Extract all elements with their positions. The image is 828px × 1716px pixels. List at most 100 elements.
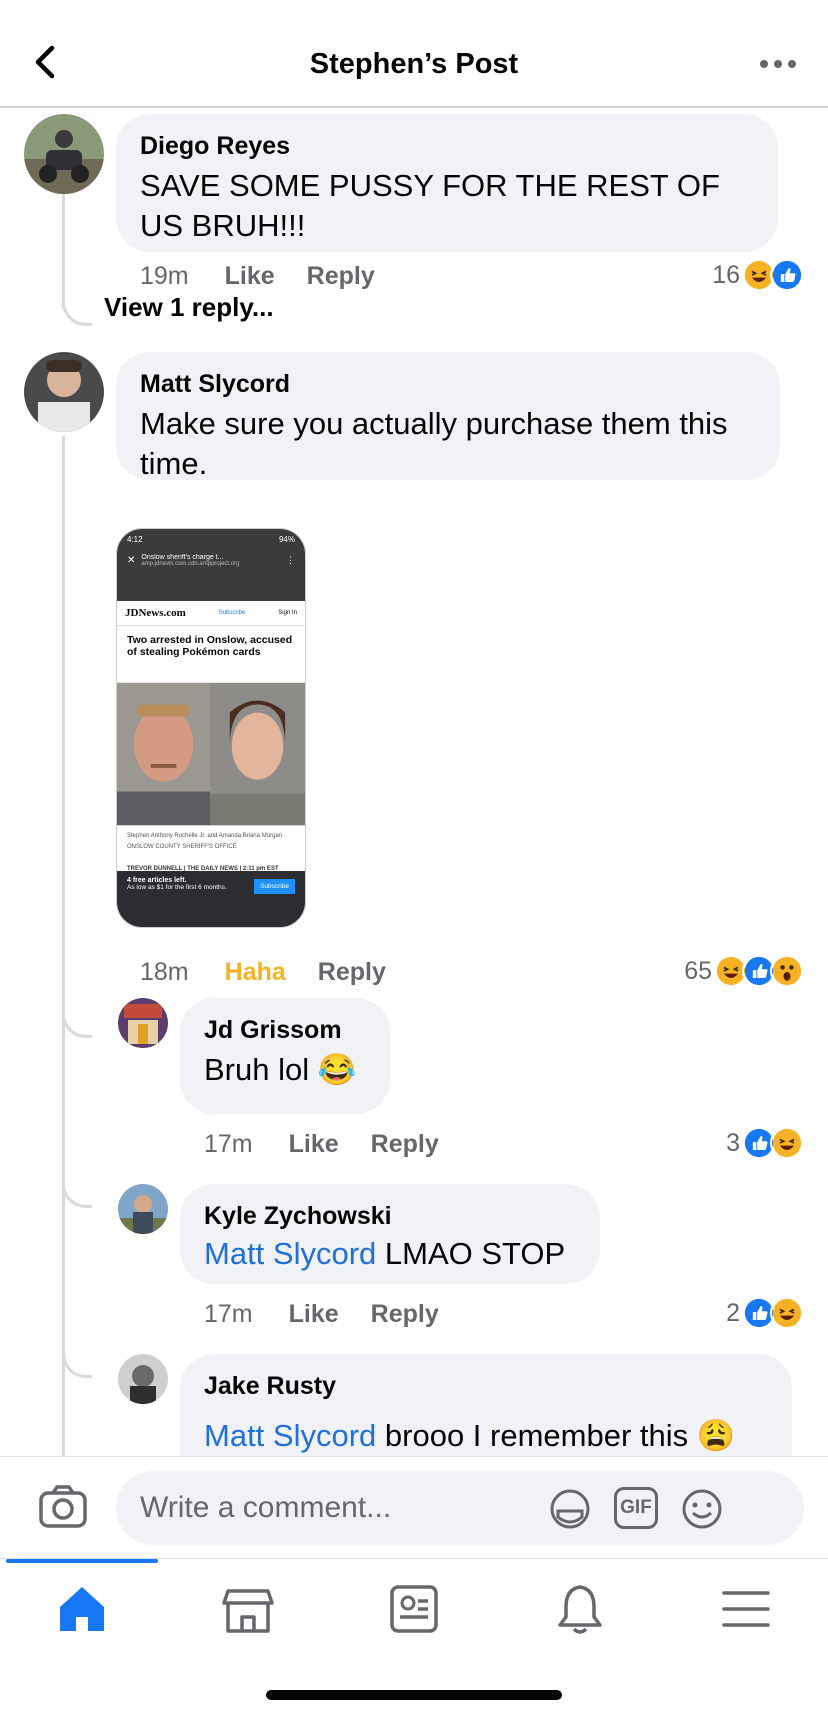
menu-icon[interactable]	[718, 1581, 774, 1637]
comment-composer: Write a comment... GIF	[0, 1456, 828, 1558]
reply-bubble[interactable]: Kyle Zychowski Matt Slycord LMAO STOP	[180, 1184, 600, 1284]
comment-author[interactable]: Jake Rusty	[204, 1370, 768, 1402]
like-button[interactable]: Like	[289, 1130, 339, 1158]
avatar[interactable]	[24, 352, 104, 432]
caption-text: Stephen Anthony Rochelle Jr. and Amanda …	[127, 833, 283, 839]
reply-button[interactable]: Reply	[371, 1130, 439, 1158]
active-tab-indicator	[6, 1559, 158, 1563]
article-headline: Two arrested in Onslow, accused of steal…	[127, 634, 293, 658]
site-header: JDNews.com Subscribe Sign In	[117, 601, 305, 626]
reply-bubble[interactable]: Jake Rusty Matt Slycord brooo I remember…	[180, 1354, 792, 1456]
caption-credit: ONSLOW COUNTY SHERIFF'S OFFICE	[127, 844, 237, 850]
site-subscribe: Subscribe	[218, 610, 246, 616]
status-battery: 94%	[278, 535, 295, 544]
close-icon: ✕	[127, 555, 136, 566]
mention-link[interactable]: Matt Slycord	[204, 1236, 376, 1271]
post-comments-screen: Stephen’s Post Diego Reyes SAVE SOME PUS…	[0, 0, 828, 1716]
mugshot-right-image	[210, 682, 305, 826]
like-button[interactable]: Like	[225, 262, 275, 290]
comment-input[interactable]: Write a comment... GIF	[116, 1471, 804, 1545]
comment-time: 17m	[204, 1130, 253, 1158]
comments-list: Diego Reyes SAVE SOME PUSSY FOR THE REST…	[0, 108, 828, 1456]
photo-caption: Stephen Anthony Rochelle Jr. and Amanda …	[117, 826, 305, 857]
comment-author[interactable]: Diego Reyes	[140, 130, 754, 162]
top-nav-bar: Stephen’s Post	[0, 0, 828, 108]
comment-text: SAVE SOME PUSSY FOR THE REST OF US BRUH!…	[140, 168, 720, 243]
comment-author[interactable]: Kyle Zychowski	[204, 1200, 576, 1232]
page-title: Stephen’s Post	[309, 48, 519, 80]
comment-text: Bruh lol 😂	[204, 1050, 366, 1090]
article-photo	[117, 682, 305, 826]
comment-text: Matt Slycord brooo I remember this 😩	[204, 1416, 768, 1456]
avatar[interactable]	[118, 1184, 168, 1234]
url-title: Onslow sheriff's charge t...	[141, 554, 224, 561]
reply-button[interactable]: Reply	[371, 1300, 439, 1328]
reaction-count: 16	[712, 260, 740, 289]
reply-button[interactable]: Reply	[307, 262, 375, 290]
site-signin: Sign In	[278, 610, 297, 616]
home-indicator	[266, 1690, 562, 1700]
sticker-icon[interactable]	[548, 1487, 592, 1531]
promo-text: As low as $1 for the first 6 months.	[127, 884, 227, 891]
comment-bubble[interactable]: Matt Slycord Make sure you actually purc…	[116, 352, 780, 481]
haha-reaction-icon	[770, 1296, 804, 1330]
haha-reaction-icon	[770, 1126, 804, 1160]
site-logo: JDNews.com	[125, 607, 186, 619]
thread-line	[62, 188, 65, 308]
reply-text: Bruh lol	[204, 1052, 310, 1087]
comment-input-placeholder: Write a comment...	[140, 1491, 392, 1524]
phone-status-bar: 4:12 94% ✕ Onslow sheriff's charge t... a…	[117, 529, 305, 601]
reaction-summary[interactable]: 3	[726, 1126, 804, 1160]
mugshot-left-image	[117, 682, 211, 826]
comment-image-attachment[interactable]: 4:12 94% ✕ Onslow sheriff's charge t... a…	[116, 528, 306, 928]
paywall-banner: 4 free articles left. As low as $1 for t…	[117, 871, 305, 927]
more-options-icon[interactable]	[758, 52, 798, 76]
comment-time: 17m	[204, 1300, 253, 1328]
reply-button[interactable]: Reply	[318, 958, 386, 986]
comment-author[interactable]: Jd Grissom	[204, 1014, 366, 1046]
weary-emoji: 😩	[696, 1418, 736, 1453]
news-icon[interactable]	[386, 1581, 442, 1637]
thread-connector	[62, 1178, 92, 1208]
home-icon[interactable]	[54, 1581, 110, 1637]
comment-text: Make sure you actually purchase them thi…	[140, 406, 728, 481]
gif-icon[interactable]: GIF	[614, 1487, 658, 1529]
wow-reaction-icon	[770, 954, 804, 988]
share-icon: ⋮	[286, 555, 295, 565]
thread-connector	[62, 1008, 92, 1038]
reaction-count: 2	[726, 1298, 740, 1327]
mention-link[interactable]: Matt Slycord	[204, 1418, 376, 1453]
comment-author[interactable]: Matt Slycord	[140, 368, 756, 400]
reaction-summary[interactable]: 2	[726, 1296, 804, 1330]
comment-text: Matt Slycord LMAO STOP	[204, 1234, 576, 1274]
marketplace-icon[interactable]	[220, 1581, 276, 1637]
reply-text: brooo I remember this	[376, 1418, 689, 1453]
reaction-summary[interactable]: 16	[712, 258, 804, 292]
promo-subscribe-button: Subscribe	[254, 879, 295, 894]
comment-actions: 17m Like Reply	[204, 1300, 471, 1329]
bottom-tab-bar	[0, 1558, 828, 1658]
reply-bubble[interactable]: Jd Grissom Bruh lol 😂	[180, 998, 390, 1114]
avatar[interactable]	[118, 1354, 168, 1404]
comment-actions: 18m Haha Reply	[140, 958, 418, 987]
laugh-cry-emoji: 😂	[317, 1052, 357, 1087]
reaction-count: 3	[726, 1128, 740, 1157]
reply-text: LMAO STOP	[376, 1236, 566, 1271]
view-replies-link[interactable]: View 1 reply...	[104, 292, 274, 323]
bell-icon[interactable]	[552, 1581, 608, 1637]
avatar[interactable]	[24, 114, 104, 194]
status-time: 4:12	[127, 535, 143, 544]
thread-connector	[62, 296, 92, 326]
haha-button[interactable]: Haha	[225, 958, 286, 986]
camera-icon[interactable]	[38, 1485, 88, 1529]
reaction-count: 65	[684, 956, 712, 985]
thread-connector	[62, 1348, 92, 1378]
comment-time: 19m	[140, 262, 189, 290]
like-button[interactable]: Like	[289, 1300, 339, 1328]
reaction-summary[interactable]: 65	[684, 954, 804, 988]
avatar[interactable]	[118, 998, 168, 1048]
comment-actions: 17m Like Reply	[204, 1130, 471, 1159]
emoji-icon[interactable]	[680, 1487, 724, 1531]
like-reaction-icon	[770, 258, 804, 292]
comment-bubble[interactable]: Diego Reyes SAVE SOME PUSSY FOR THE REST…	[116, 114, 778, 252]
